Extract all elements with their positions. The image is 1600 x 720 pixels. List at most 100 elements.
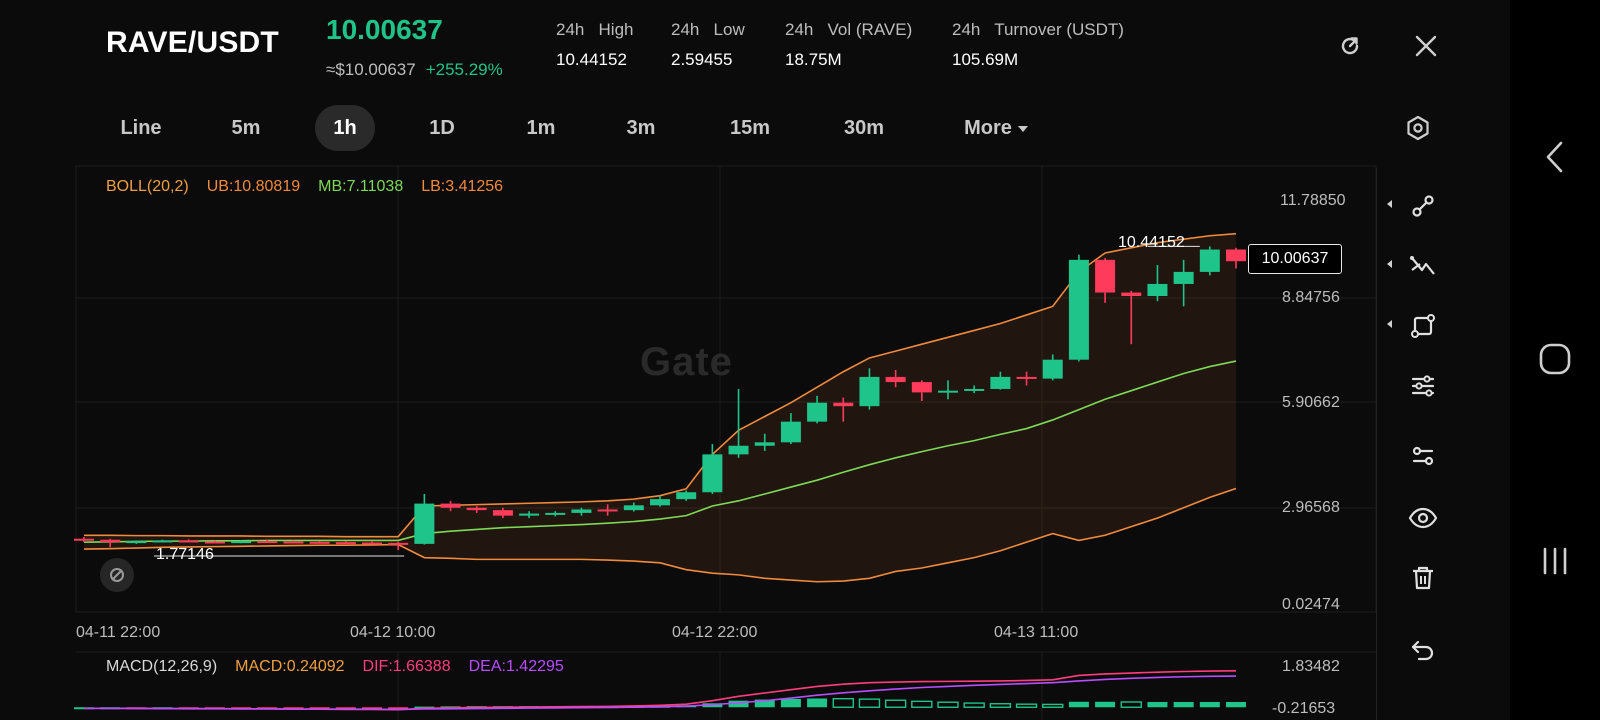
back-icon [1546, 141, 1563, 173]
candle-body [702, 454, 723, 493]
expand-arrow-icon [1387, 320, 1392, 328]
candle-body [754, 442, 775, 446]
candle-body [833, 402, 854, 407]
undo-icon [1411, 640, 1434, 661]
candle-body [1121, 292, 1142, 297]
candle-body [859, 376, 880, 407]
undo-tool[interactable] [1377, 630, 1469, 670]
candle-body [780, 421, 801, 443]
candle-body [1147, 283, 1168, 297]
boll-label: BOLL(20,2) [106, 178, 189, 195]
macd-histogram-bar [807, 698, 828, 708]
macd-axis-label: -0.21653 [1272, 700, 1336, 717]
candle-body [885, 376, 906, 383]
candle-body [152, 540, 173, 543]
time-axis-label: 04-11 22:00 [76, 624, 161, 641]
candle-body [597, 509, 618, 512]
eye-icon [1408, 507, 1438, 529]
home-icon [1539, 343, 1571, 375]
candle-body [362, 542, 382, 545]
delete-tool[interactable] [1377, 558, 1469, 598]
low-marker-label: 1.77146 [156, 546, 214, 563]
candle-body [545, 512, 566, 515]
macd-histogram-bar [1042, 703, 1064, 708]
candle-body [414, 503, 435, 544]
macd-histogram-bar [1068, 701, 1089, 708]
settings-sliders-tool[interactable] [1377, 366, 1469, 406]
price-axis-label: 8.84756 [1282, 289, 1340, 306]
candle-body [388, 542, 409, 545]
candle-body [1095, 259, 1116, 293]
candle-body [1016, 376, 1037, 379]
indicator-icon [1412, 446, 1434, 466]
price-axis-label: 0.02474 [1282, 596, 1340, 613]
candle-body [623, 505, 644, 511]
macd-histogram-bar [937, 701, 959, 708]
candle-body [676, 492, 697, 500]
macd-histogram-bar [1147, 701, 1168, 708]
candle-body [1226, 249, 1246, 262]
macd-histogram-bar [832, 697, 854, 708]
candle-body [126, 541, 147, 544]
macd-value: MACD:0.24092 [235, 658, 345, 675]
boll-ub: UB:10.80819 [206, 178, 301, 195]
candle-body [911, 382, 932, 393]
macd-histogram-bar [1120, 701, 1142, 708]
high-marker-label: 10.44152 [1118, 234, 1185, 251]
trend-line-icon [1412, 195, 1434, 217]
macd-axis-label: 1.83482 [1282, 658, 1340, 675]
time-axis-label: 04-12 10:00 [350, 624, 436, 641]
system-nav-bar [1510, 0, 1600, 720]
candle-body [231, 541, 252, 544]
macd-histogram-bar [1173, 701, 1194, 708]
boll-mb: MB:7.11038 [318, 178, 404, 195]
home-button[interactable] [1530, 334, 1580, 384]
macd-histogram-bar [911, 700, 933, 708]
candle-body [964, 388, 985, 391]
price-axis-label: 2.96568 [1282, 499, 1340, 516]
macd-histogram-bar [1095, 701, 1116, 708]
candle-body [938, 390, 958, 393]
reset-view-button[interactable] [100, 558, 134, 592]
price-axis-label: 5.90662 [1282, 394, 1340, 411]
macd-histogram-bar [1015, 703, 1038, 708]
candle-body [466, 507, 487, 511]
macd-histogram-bar [858, 698, 881, 708]
crossing-lines-icon [1410, 256, 1435, 275]
candle-body [650, 499, 670, 506]
recents-button[interactable] [1530, 536, 1580, 586]
boll-indicator: BOLL(20,2) UB:10.80819 MB:7.11038 LB:3.4125… [106, 178, 521, 196]
candle-body [492, 510, 513, 516]
shape-icon [1411, 314, 1435, 338]
candle-body [1199, 249, 1220, 272]
recents-icon [1543, 547, 1567, 575]
candle-body [1068, 259, 1089, 360]
expand-arrow-icon [1387, 260, 1392, 268]
gate-watermark: Gate [640, 340, 733, 384]
macd-histogram-bar [780, 698, 801, 708]
trend-line-tool[interactable] [1377, 186, 1469, 226]
macd-dea: DEA:1.42295 [468, 658, 564, 675]
candle-body [204, 541, 225, 544]
candle-body [1173, 271, 1194, 284]
reset-view-icon [110, 568, 124, 582]
drawing-toolbar [1376, 168, 1468, 720]
macd-histogram-bar [963, 702, 985, 708]
indicator-tool[interactable] [1377, 436, 1469, 476]
visibility-tool[interactable] [1377, 498, 1469, 538]
candle-body [178, 540, 199, 543]
expand-arrow-icon [1387, 200, 1392, 208]
macd-histogram-bar [1226, 701, 1246, 708]
candle-body [283, 541, 304, 544]
time-axis-label: 04-12 22:00 [672, 624, 758, 641]
price-axis-label: 11.78850 [1280, 192, 1346, 209]
last-price-tag: 10.00637 [1248, 244, 1342, 274]
back-button[interactable] [1530, 132, 1580, 182]
candle-body [335, 542, 356, 545]
settings-sliders-icon [1411, 375, 1435, 397]
shape-tool[interactable] [1377, 306, 1469, 346]
candle-body [807, 402, 828, 422]
macd-label: MACD(12,26,9) [106, 658, 218, 675]
cross-lines-tool[interactable] [1377, 246, 1469, 286]
macd-histogram-bar [884, 699, 907, 708]
